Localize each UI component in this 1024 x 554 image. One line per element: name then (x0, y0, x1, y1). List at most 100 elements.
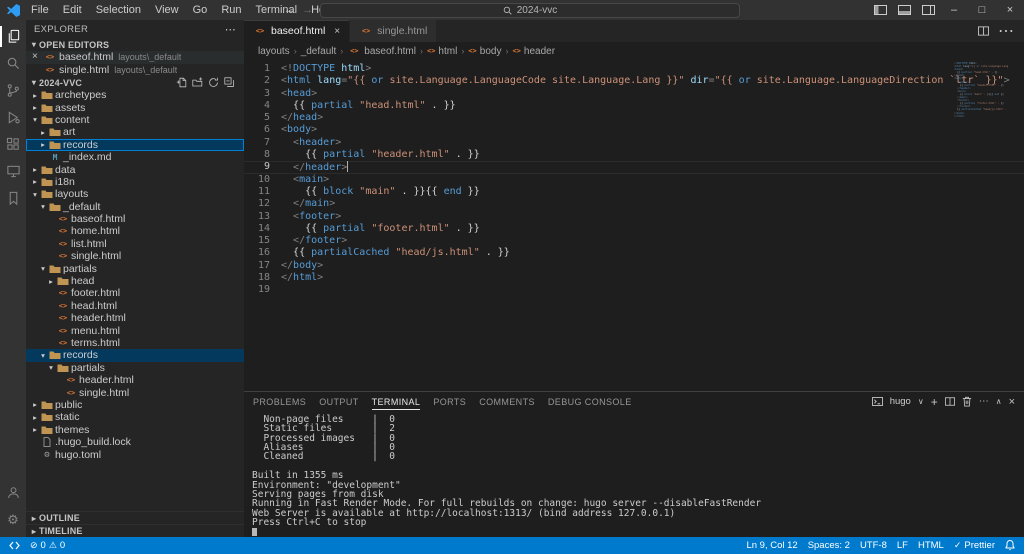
panel-tab-debug-console[interactable]: DEBUG CONSOLE (548, 392, 632, 412)
terminal-shell-label[interactable]: hugo (890, 396, 911, 407)
tree-item-home.html[interactable]: <> home.html (26, 225, 244, 237)
code-line[interactable]: 14 {{ partial "footer.html" . }} (244, 223, 1024, 235)
tree-item-assets[interactable]: ▸ assets (26, 101, 244, 114)
new-file-icon[interactable] (176, 77, 187, 88)
code-line[interactable]: 7 <header> (244, 137, 1024, 149)
tab-single.html[interactable]: <> single.html (350, 20, 438, 42)
code-line[interactable]: 10 <main> (244, 174, 1024, 186)
refresh-icon[interactable] (208, 77, 219, 88)
code-line[interactable]: 18 </html> (244, 272, 1024, 284)
menu-view[interactable]: View (148, 0, 186, 20)
more-actions-icon[interactable]: ⋯ (225, 23, 236, 36)
activity-source-control[interactable] (0, 77, 26, 104)
terminal-output[interactable]: Non-page files | 0 Static files | 2 Proc… (244, 412, 1024, 537)
activity-explorer[interactable] (0, 23, 26, 50)
outline-section[interactable]: ▸ OUTLINE (26, 511, 244, 524)
maximize-panel-icon[interactable]: ∧ (996, 397, 1002, 406)
maximize-button[interactable]: □ (968, 0, 996, 20)
new-folder-icon[interactable] (192, 77, 203, 88)
tab-baseof.html[interactable]: <> baseof.html × (244, 20, 351, 42)
kill-terminal-icon[interactable] (962, 396, 972, 407)
activity-remote-explorer[interactable] (0, 158, 26, 185)
split-terminal-icon[interactable] (944, 397, 955, 407)
code-line[interactable]: 16 {{ partialCached "head/js.html" . }} (244, 247, 1024, 259)
collapse-all-icon[interactable] (224, 77, 235, 88)
breadcrumb-item-baseof.html[interactable]: <> baseof.html (347, 46, 416, 57)
status-indentation[interactable]: Spaces: 2 (803, 537, 855, 554)
more-actions-icon[interactable]: ⋯ (998, 21, 1014, 41)
open-editor-item[interactable]: × <> baseof.html layouts\_default (26, 51, 244, 64)
settings-gear-icon[interactable]: ⚙ (0, 506, 26, 533)
open-editors-header[interactable]: ▾ OPEN EDITORS (26, 38, 244, 51)
panel-tab-terminal[interactable]: TERMINAL (371, 392, 421, 412)
menu-run[interactable]: Run (214, 0, 248, 20)
tree-item-header.html[interactable]: <> header.html (26, 374, 244, 386)
status-cursor-position[interactable]: Ln 9, Col 12 (741, 537, 802, 554)
new-terminal-icon[interactable]: + (931, 395, 938, 409)
tree-item-head[interactable]: ▸ head (26, 275, 244, 287)
code-line[interactable]: 17 </body> (244, 260, 1024, 272)
panel-tab-comments[interactable]: COMMENTS (479, 392, 535, 412)
tree-item-content[interactable]: ▾ content (26, 114, 244, 126)
customize-layout-icon[interactable] (916, 0, 940, 20)
tree-item-hugo.toml[interactable]: ⚙ hugo.toml (26, 448, 244, 461)
tree-item-_index.md[interactable]: M _index.md (26, 151, 244, 163)
breadcrumb-item-layouts[interactable]: layouts (258, 46, 290, 57)
toggle-panel-icon[interactable] (892, 0, 916, 20)
code-line[interactable]: 11 {{ block "main" . }}{{ end }} (244, 186, 1024, 198)
tree-item-themes[interactable]: ▸ themes (26, 424, 244, 436)
panel-tab-output[interactable]: OUTPUT (319, 392, 358, 412)
activity-search[interactable] (0, 50, 26, 77)
breadcrumb-item-body[interactable]: <> body (468, 46, 501, 57)
status-eol[interactable]: LF (892, 537, 913, 554)
tree-item-_default[interactable]: ▾ _default (26, 201, 244, 213)
tree-item-footer.html[interactable]: <> footer.html (26, 287, 244, 299)
search-input[interactable]: 2024-vvc (320, 2, 740, 18)
menu-edit[interactable]: Edit (56, 0, 89, 20)
code-line[interactable]: 5 </head> (244, 112, 1024, 124)
menu-file[interactable]: File (24, 0, 56, 20)
tree-item-head.html[interactable]: <> head.html (26, 300, 244, 312)
forward-icon[interactable]: → (302, 4, 313, 16)
tree-item-static[interactable]: ▸ static (26, 411, 244, 423)
panel-tab-ports[interactable]: PORTS (433, 392, 466, 412)
tree-item-data[interactable]: ▸ data (26, 163, 244, 176)
tree-item-baseof.html[interactable]: <> baseof.html (26, 213, 244, 225)
timeline-section[interactable]: ▸ TIMELINE (26, 524, 244, 537)
code-line[interactable]: 13 <footer> (244, 211, 1024, 223)
tree-item-single.html[interactable]: <> single.html (26, 386, 244, 399)
more-actions-icon[interactable]: ⋯ (979, 396, 989, 407)
code-line[interactable]: 1 <!DOCTYPE html> (244, 63, 1024, 75)
split-editor-icon[interactable] (978, 26, 989, 36)
tree-item-archetypes[interactable]: ▸ archetypes (26, 89, 244, 101)
code-line[interactable]: 6 <body> (244, 124, 1024, 136)
status-language-mode[interactable]: HTML (913, 537, 949, 554)
activity-bookmarks[interactable] (0, 185, 26, 212)
close-icon[interactable]: × (32, 52, 43, 62)
code-line[interactable]: 19 (244, 284, 1024, 296)
project-header[interactable]: ▾ 2024-VVC (26, 76, 244, 89)
breadcrumb-item-header[interactable]: <> header (512, 46, 555, 57)
tree-item-partials[interactable]: ▾ partials (26, 362, 244, 374)
code-line[interactable]: 9 </header> (244, 161, 1024, 173)
problems-indicator[interactable]: ⊘ 0 ⚠ 0 (25, 537, 70, 554)
tree-item-layouts[interactable]: ▾ layouts (26, 188, 244, 200)
open-editor-item[interactable]: <> single.html layouts\_default (26, 64, 244, 77)
code-line[interactable]: 8 {{ partial "header.html" . }} (244, 149, 1024, 161)
tree-item-.hugo_build.lock[interactable]: .hugo_build.lock (26, 436, 244, 448)
status-encoding[interactable]: UTF-8 (855, 537, 892, 554)
tree-item-menu.html[interactable]: <> menu.html (26, 324, 244, 337)
tree-item-records[interactable]: ▸ records (26, 138, 244, 151)
status-formatter[interactable]: ✓ Prettier (949, 537, 1000, 554)
toggle-sidebar-icon[interactable] (868, 0, 892, 20)
menu-selection[interactable]: Selection (89, 0, 148, 20)
chevron-down-icon[interactable]: ∨ (918, 397, 924, 406)
code-editor[interactable]: 1 <!DOCTYPE html> 2 <html lang="{{ or site.… (244, 60, 1024, 391)
tree-item-single.html[interactable]: <> single.html (26, 250, 244, 262)
code-line[interactable]: 12 </main> (244, 198, 1024, 210)
close-icon[interactable]: × (334, 26, 340, 37)
tree-item-partials[interactable]: ▾ partials (26, 262, 244, 275)
menu-go[interactable]: Go (186, 0, 215, 20)
tree-item-art[interactable]: ▸ art (26, 126, 244, 138)
tree-item-records[interactable]: ▾ records (26, 349, 244, 362)
